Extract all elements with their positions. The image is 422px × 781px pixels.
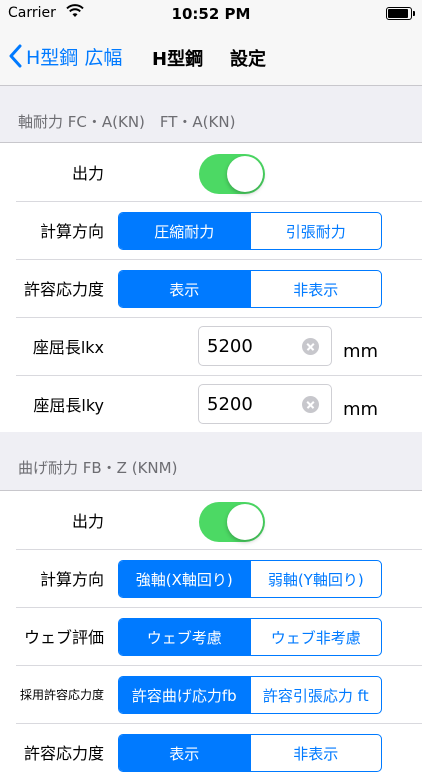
segment-show[interactable]: 表示 (119, 735, 250, 771)
settings-button[interactable]: 設定 (230, 45, 266, 71)
switch-knob (227, 156, 263, 192)
axial-direction-label: 計算方向 (39, 222, 104, 241)
chevron-left-icon (9, 44, 22, 68)
lky-label: 座屈長lky (33, 396, 104, 415)
adopted-allowable-label: 採用許容応力度 (19, 687, 104, 702)
section-header-axial-label: 軸耐力 FC・A(KN) FT・A(KN) (18, 113, 236, 131)
segment-bending-stress[interactable]: 許容曲げ応力fb (119, 677, 250, 713)
clear-icon[interactable] (302, 338, 319, 355)
segment-weak-axis[interactable]: 弱軸(Y軸回り) (249, 561, 382, 597)
lky-input[interactable]: 5200 (198, 384, 332, 424)
bending-direction-segmented: 強軸(X軸回り) 弱軸(Y軸回り) (118, 560, 382, 598)
web-evaluation-row: ウェブ評価 ウェブ考慮 ウェブ非考慮 (0, 607, 422, 665)
bending-allowable-row: 許容応力度 表示 非表示 (0, 723, 422, 781)
bending-output-switch[interactable] (199, 502, 265, 542)
bending-output-row: 出力 (0, 491, 422, 549)
adopted-allowable-segmented: 許容曲げ応力fb 許容引張応力 ft (118, 676, 382, 714)
lkx-value: 5200 (207, 336, 253, 357)
axial-direction-row: 計算方向 圧縮耐力 引張耐力 (0, 201, 422, 259)
bending-allowable-label: 許容応力度 (23, 744, 104, 763)
section-header-bending-label: 曲げ耐力 FB・Z (KNM) (18, 459, 178, 477)
lky-row: 座屈長lky 5200 mm (0, 375, 422, 433)
bending-direction-row: 計算方向 強軸(X軸回り) 弱軸(Y軸回り) (0, 549, 422, 607)
section-header-bending: 曲げ耐力 FB・Z (KNM) (0, 432, 422, 488)
lky-unit: mm (343, 399, 379, 420)
adopted-allowable-row: 採用許容応力度 許容曲げ応力fb 許容引張応力 ft (0, 665, 422, 723)
axial-settings-group: 出力 計算方向 圧縮耐力 引張耐力 許容応力度 表示 非表示 座屈長lkx 52… (0, 142, 422, 434)
segment-show[interactable]: 表示 (119, 271, 250, 307)
axial-allowable-label: 許容応力度 (23, 280, 104, 299)
axial-output-switch[interactable] (199, 154, 265, 194)
clear-icon[interactable] (302, 396, 319, 413)
axial-allowable-row: 許容応力度 表示 非表示 (0, 259, 422, 317)
segment-web-not-considered[interactable]: ウェブ非考慮 (249, 619, 382, 655)
axial-direction-segmented: 圧縮耐力 引張耐力 (118, 212, 382, 250)
segment-web-considered[interactable]: ウェブ考慮 (119, 619, 250, 655)
segment-hide[interactable]: 非表示 (249, 271, 382, 307)
bending-output-label: 出力 (71, 512, 104, 531)
bending-direction-label: 計算方向 (39, 570, 104, 589)
axial-output-label: 出力 (71, 164, 104, 183)
back-button[interactable]: H型鋼 広幅 (8, 40, 122, 72)
status-time: 10:52 PM (171, 5, 251, 23)
bending-allowable-segmented: 表示 非表示 (118, 734, 382, 772)
section-header-axial: 軸耐力 FC・A(KN) FT・A(KN) (0, 86, 422, 142)
segment-hide[interactable]: 非表示 (249, 735, 382, 771)
segment-compression[interactable]: 圧縮耐力 (119, 213, 250, 249)
navigation-bar: H型鋼 広幅 H型鋼 設定 (0, 26, 422, 86)
segment-tensile-stress[interactable]: 許容引張応力 ft (249, 677, 382, 713)
back-button-label: H型鋼 広幅 (26, 46, 123, 69)
lkx-unit: mm (343, 341, 379, 362)
status-bar: Carrier 10:52 PM (0, 0, 422, 26)
axial-output-row: 出力 (0, 143, 422, 201)
segment-tension[interactable]: 引張耐力 (249, 213, 382, 249)
bending-settings-group: 出力 計算方向 強軸(X軸回り) 弱軸(Y軸回り) ウェブ評価 ウェブ考慮 ウェ… (0, 490, 422, 781)
lkx-input[interactable]: 5200 (198, 326, 332, 366)
axial-allowable-segmented: 表示 非表示 (118, 270, 382, 308)
switch-knob (227, 504, 263, 540)
segment-strong-axis[interactable]: 強軸(X軸回り) (119, 561, 250, 597)
web-evaluation-segmented: ウェブ考慮 ウェブ非考慮 (118, 618, 382, 656)
battery-icon (386, 7, 415, 20)
lkx-label: 座屈長lkx (32, 338, 104, 357)
lky-value: 5200 (207, 394, 253, 415)
page-title: H型鋼 (152, 49, 204, 70)
lkx-row: 座屈長lkx 5200 mm (0, 317, 422, 375)
web-evaluation-label: ウェブ評価 (23, 628, 104, 647)
